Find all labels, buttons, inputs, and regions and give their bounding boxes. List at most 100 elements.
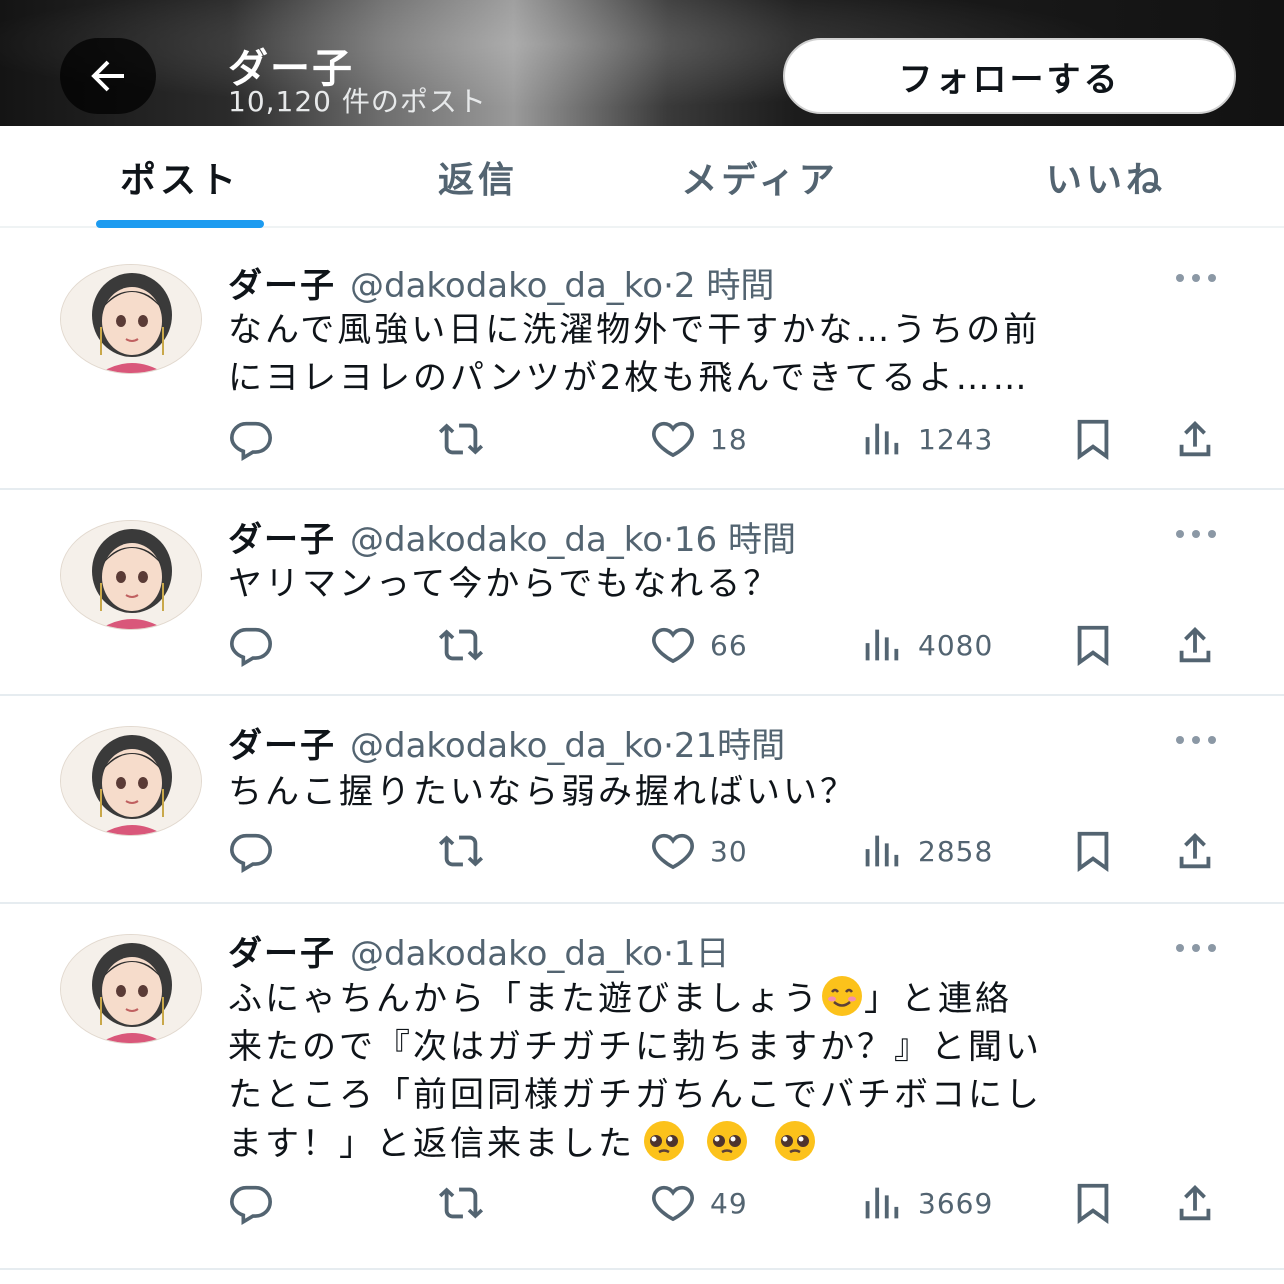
avatar-illustration (61, 265, 201, 373)
bookmark-button[interactable] (1070, 414, 1116, 464)
repost-icon (438, 835, 484, 867)
post-handle[interactable]: @dakodako_da_ko (350, 520, 663, 560)
pleading-face-emoji-icon (644, 1121, 684, 1161)
smiling-face-emoji-icon (822, 976, 862, 1016)
reply-button[interactable] (228, 1178, 274, 1228)
reply-button[interactable] (228, 414, 274, 464)
post-item[interactable]: ダー子 @dakodako_da_ko·2 時間 なんで風強い日に洗濯物外で干すか… (0, 228, 1284, 490)
follow-button[interactable]: フォローする (783, 38, 1236, 114)
back-button[interactable] (60, 38, 156, 114)
view-count: 1243 (918, 422, 994, 456)
post-author-name[interactable]: ダー子 (228, 266, 336, 306)
post-actions: 66 4080 (0, 620, 1284, 670)
post-item[interactable]: ダー子 @dakodako_da_ko·16 時間 ヤリマンって今からでもなれる？… (0, 490, 1284, 696)
reply-button[interactable] (228, 620, 274, 670)
tab-likes[interactable]: いいね (1026, 126, 1186, 228)
reply-button[interactable] (228, 826, 274, 876)
separator-dot: · (663, 934, 674, 974)
share-button[interactable] (1172, 414, 1218, 464)
heart-icon (652, 627, 694, 664)
views-button[interactable]: 1243 (858, 414, 993, 464)
bookmark-button[interactable] (1070, 826, 1116, 876)
active-tab-indicator (96, 220, 264, 228)
like-button[interactable]: 30 (650, 826, 748, 876)
repost-button[interactable] (438, 620, 484, 670)
avatar-illustration (61, 521, 201, 629)
post-author-name[interactable]: ダー子 (228, 726, 336, 766)
avatar[interactable] (60, 264, 202, 374)
heart-icon (652, 421, 694, 458)
separator-dot: · (663, 726, 674, 766)
post-header: ダー子 @dakodako_da_ko·1日 (228, 926, 730, 975)
repost-button[interactable] (438, 826, 484, 876)
pleading-face-emoji-icon (707, 1121, 747, 1161)
arrow-left-icon (91, 60, 124, 92)
post-actions: 49 3669 (0, 1178, 1284, 1228)
bookmark-button[interactable] (1070, 1178, 1116, 1228)
post-time[interactable]: 21時間 (674, 726, 785, 766)
avatar[interactable] (60, 934, 202, 1044)
post-time[interactable]: 2 時間 (674, 266, 774, 306)
views-chart-icon (865, 629, 899, 661)
post-text: ヤリマンって今からでもなれる？ (228, 564, 781, 604)
repost-button[interactable] (438, 414, 484, 464)
post-text-part: ふにゃちんから「また遊びましょう (228, 979, 820, 1019)
heart-icon (652, 1185, 694, 1222)
like-count: 49 (710, 1186, 748, 1220)
post-count: 10,120 件のポスト (228, 85, 487, 118)
post-item[interactable]: ダー子 @dakodako_da_ko·1日 ふにゃちんから「また遊びましょう 」と… (0, 904, 1284, 1270)
views-button[interactable]: 3669 (858, 1178, 993, 1228)
more-options-icon[interactable] (1174, 734, 1218, 746)
separator-dot: · (663, 266, 674, 306)
share-button[interactable] (1172, 1178, 1218, 1228)
post-author-name[interactable]: ダー子 (228, 934, 336, 974)
heart-icon (652, 833, 694, 870)
post-item[interactable]: ダー子 @dakodako_da_ko·21時間 ちんこ握りたいなら弱み握ればいい… (0, 696, 1284, 904)
post-author-name[interactable]: ダー子 (228, 520, 336, 560)
bookmark-button[interactable] (1070, 620, 1116, 670)
views-button[interactable]: 2858 (858, 826, 993, 876)
avatar[interactable] (60, 726, 202, 836)
post-text: ふにゃちんから「また遊びましょう 」と連絡 来たので『次はガチガチに勃ちますか？』… (228, 974, 1228, 1168)
post-handle[interactable]: @dakodako_da_ko (350, 266, 663, 306)
share-button[interactable] (1172, 620, 1218, 670)
post-text: なんで風強い日に洗濯物外で干すかな…うちの前 にヨレヨレのパンツが2枚も飛んでき… (228, 310, 1041, 398)
profile-header: ダー子 10,120 件のポスト フォローする (0, 0, 1284, 126)
like-count: 66 (710, 628, 748, 662)
post-time[interactable]: 16 時間 (674, 520, 796, 560)
tab-media[interactable]: メディア (660, 126, 860, 228)
like-button[interactable]: 18 (650, 414, 748, 464)
avatar-illustration (61, 727, 201, 835)
repost-button[interactable] (438, 1178, 484, 1228)
more-options-icon[interactable] (1174, 272, 1218, 284)
like-count: 30 (710, 834, 748, 868)
post-handle[interactable]: @dakodako_da_ko (350, 726, 663, 766)
post-header: ダー子 @dakodako_da_ko·21時間 (228, 718, 785, 767)
post-actions: 18 1243 (0, 414, 1284, 464)
profile-tabs: ポスト 返信 メディア いいね (0, 126, 1284, 228)
share-button[interactable] (1172, 826, 1218, 876)
post-handle[interactable]: @dakodako_da_ko (350, 934, 663, 974)
like-count: 18 (710, 422, 748, 456)
like-button[interactable]: 49 (650, 1178, 748, 1228)
tab-replies[interactable]: 返信 (400, 126, 556, 228)
views-chart-icon (865, 1187, 899, 1219)
post-actions: 30 2858 (0, 826, 1284, 876)
repost-icon (438, 1187, 484, 1219)
avatar-illustration (61, 935, 201, 1043)
avatar[interactable] (60, 520, 202, 630)
reply-icon (230, 421, 272, 461)
view-count: 3669 (918, 1186, 994, 1220)
more-options-icon[interactable] (1174, 528, 1218, 540)
like-button[interactable]: 66 (650, 620, 748, 670)
bookmark-icon (1077, 419, 1109, 460)
post-header: ダー子 @dakodako_da_ko·16 時間 (228, 512, 796, 561)
views-button[interactable]: 4080 (858, 620, 993, 670)
tab-posts[interactable]: ポスト (96, 126, 264, 228)
share-icon (1179, 420, 1211, 457)
post-text: ちんこ握りたいなら弱み握ればいい？ (228, 772, 857, 812)
post-header: ダー子 @dakodako_da_ko·2 時間 (228, 258, 774, 307)
post-time[interactable]: 1日 (674, 934, 730, 974)
share-icon (1179, 832, 1211, 869)
more-options-icon[interactable] (1174, 942, 1218, 954)
